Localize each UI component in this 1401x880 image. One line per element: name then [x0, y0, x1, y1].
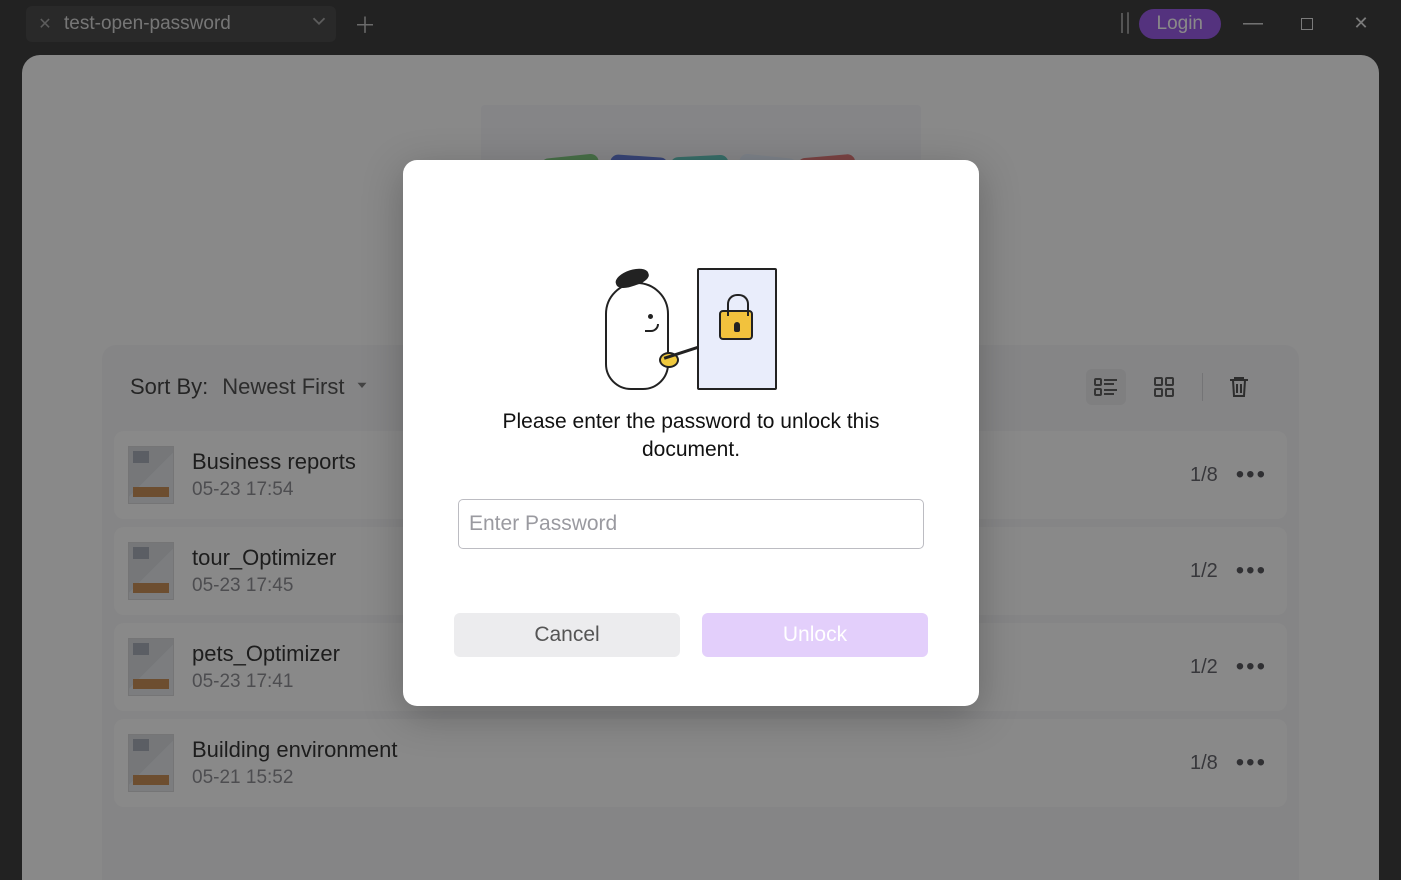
password-modal: Please enter the password to unlock this…	[403, 160, 979, 706]
modal-actions: Cancel Unlock	[453, 613, 929, 657]
character-icon	[605, 282, 669, 390]
cancel-button[interactable]: Cancel	[454, 613, 680, 657]
unlock-button[interactable]: Unlock	[702, 613, 928, 657]
modal-illustration	[591, 220, 791, 390]
password-input[interactable]	[458, 499, 924, 549]
lock-icon	[719, 310, 753, 340]
locked-document-icon	[697, 268, 777, 390]
modal-message: Please enter the password to unlock this…	[491, 408, 891, 465]
